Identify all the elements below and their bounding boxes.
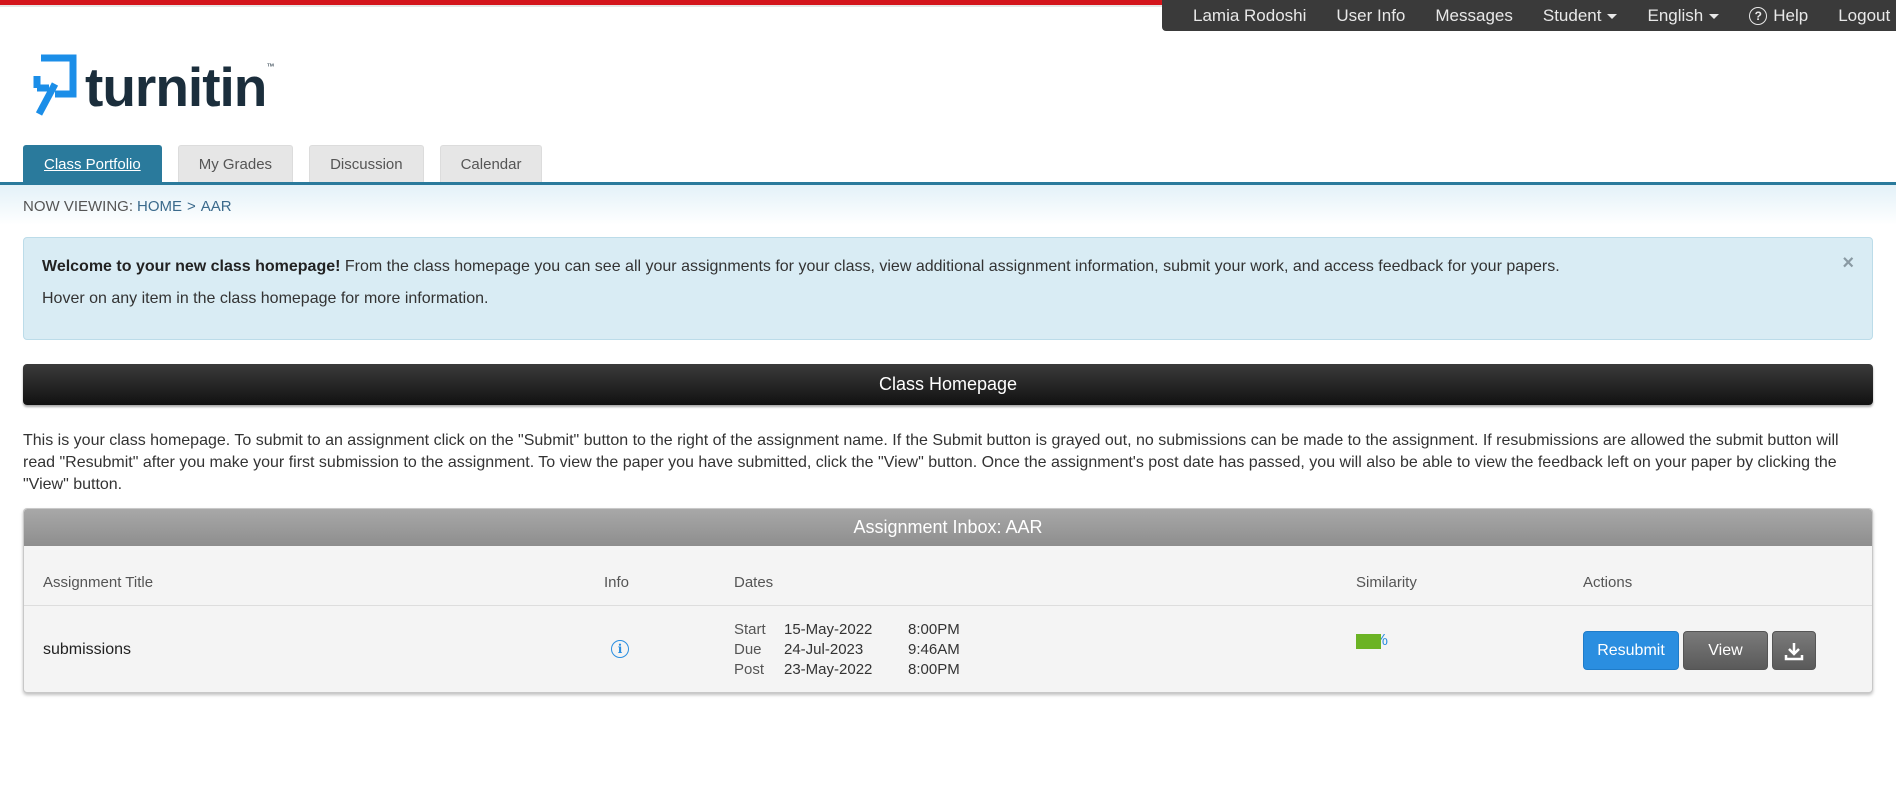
welcome-message: Welcome to your new class homepage! From… <box>42 258 1854 276</box>
help-icon: ? <box>1749 6 1768 25</box>
logout-link[interactable]: Logout <box>1838 6 1890 26</box>
assignment-actions: Resubmit View <box>1583 631 1820 670</box>
tab-calendar[interactable]: Calendar <box>439 145 543 182</box>
language-dropdown[interactable]: English <box>1647 5 1720 26</box>
help-link[interactable]: ? Help <box>1749 6 1808 26</box>
time-value: 8:00PM <box>908 621 960 638</box>
breadcrumb-label: NOW VIEWING: <box>23 198 133 215</box>
user-info-link[interactable]: User Info <box>1336 6 1405 26</box>
time-value: 8:00PM <box>908 661 960 678</box>
class-homepage-instructions: This is your class homepage. To submit t… <box>23 432 1839 493</box>
logo-trademark: ™ <box>266 62 275 71</box>
turnitin-logo[interactable]: turnitin ™ <box>33 54 274 120</box>
download-button[interactable] <box>1772 631 1816 670</box>
breadcrumb-current[interactable]: AAR <box>201 198 232 215</box>
breadcrumb-home-link[interactable]: HOME <box>137 198 182 215</box>
messages-link[interactable]: Messages <box>1435 6 1512 26</box>
assignment-dates: Start 15-May-2022 8:00PM Due 24-Jul-2023… <box>734 620 960 680</box>
role-label: Student <box>1542 5 1602 25</box>
main-tabs: Class Portfolio My Grades Discussion Cal… <box>23 145 558 182</box>
welcome-text: From the class homepage you can see all … <box>340 258 1560 275</box>
info-icon[interactable]: i <box>611 640 629 658</box>
top-brand-stripe <box>0 0 1170 9</box>
column-similarity: Similarity <box>1356 574 1417 591</box>
close-icon[interactable]: × <box>1842 252 1854 275</box>
welcome-hint: Hover on any item in the class homepage … <box>42 290 489 307</box>
subheader-band <box>0 185 1896 225</box>
help-label: Help <box>1773 5 1809 25</box>
date-label: Due <box>734 641 762 658</box>
turnitin-logo-mark-icon <box>33 54 77 116</box>
tab-discussion[interactable]: Discussion <box>309 145 424 182</box>
assignment-table-header: Assignment Title Info Dates Similarity A… <box>24 546 1872 606</box>
breadcrumb-separator: > <box>187 198 196 215</box>
column-actions: Actions <box>1583 574 1633 591</box>
welcome-heading: Welcome to your new class homepage! <box>42 258 341 275</box>
similarity-color-bar <box>1356 633 1381 649</box>
date-value: 15-May-2022 <box>784 621 873 638</box>
date-value: 24-Jul-2023 <box>784 641 864 658</box>
tab-class-portfolio[interactable]: Class Portfolio <box>23 145 162 182</box>
breadcrumb: NOW VIEWING: HOME > AAR <box>23 198 232 215</box>
language-label: English <box>1647 5 1704 25</box>
column-assignment-title: Assignment Title <box>43 574 154 591</box>
date-label: Start <box>734 621 766 638</box>
chevron-down-icon <box>1709 14 1720 19</box>
date-row-post: Post 23-May-2022 8:00PM <box>734 660 960 680</box>
logo-wordmark: turnitin <box>85 55 267 118</box>
resubmit-button[interactable]: Resubmit <box>1583 631 1679 670</box>
table-row: submissions i Start 15-May-2022 8:00PM D… <box>24 606 1872 692</box>
view-button[interactable]: View <box>1683 631 1768 670</box>
date-label: Post <box>734 661 765 678</box>
top-navigation-bar: Lamia Rodoshi User Info Messages Student… <box>1162 0 1896 31</box>
column-dates: Dates <box>734 574 774 591</box>
assignment-title: submissions <box>43 641 132 658</box>
tab-my-grades[interactable]: My Grades <box>177 145 294 182</box>
date-value: 23-May-2022 <box>784 661 873 678</box>
time-value: 9:46AM <box>908 641 960 658</box>
welcome-alert: Welcome to your new class homepage! From… <box>23 237 1873 340</box>
assignment-inbox-title: Assignment Inbox: AAR <box>24 509 1872 546</box>
user-name-link[interactable]: Lamia Rodoshi <box>1193 6 1306 26</box>
column-info: Info <box>604 574 630 591</box>
date-row-due: Due 24-Jul-2023 9:46AM <box>734 640 960 660</box>
role-dropdown[interactable]: Student <box>1543 6 1618 26</box>
assignment-inbox: Assignment Inbox: AAR Assignment Title I… <box>23 508 1873 693</box>
date-row-start: Start 15-May-2022 8:00PM <box>734 620 960 640</box>
class-homepage-header: Class Homepage <box>23 364 1873 405</box>
download-icon <box>1784 642 1804 660</box>
chevron-down-icon <box>1607 14 1618 19</box>
